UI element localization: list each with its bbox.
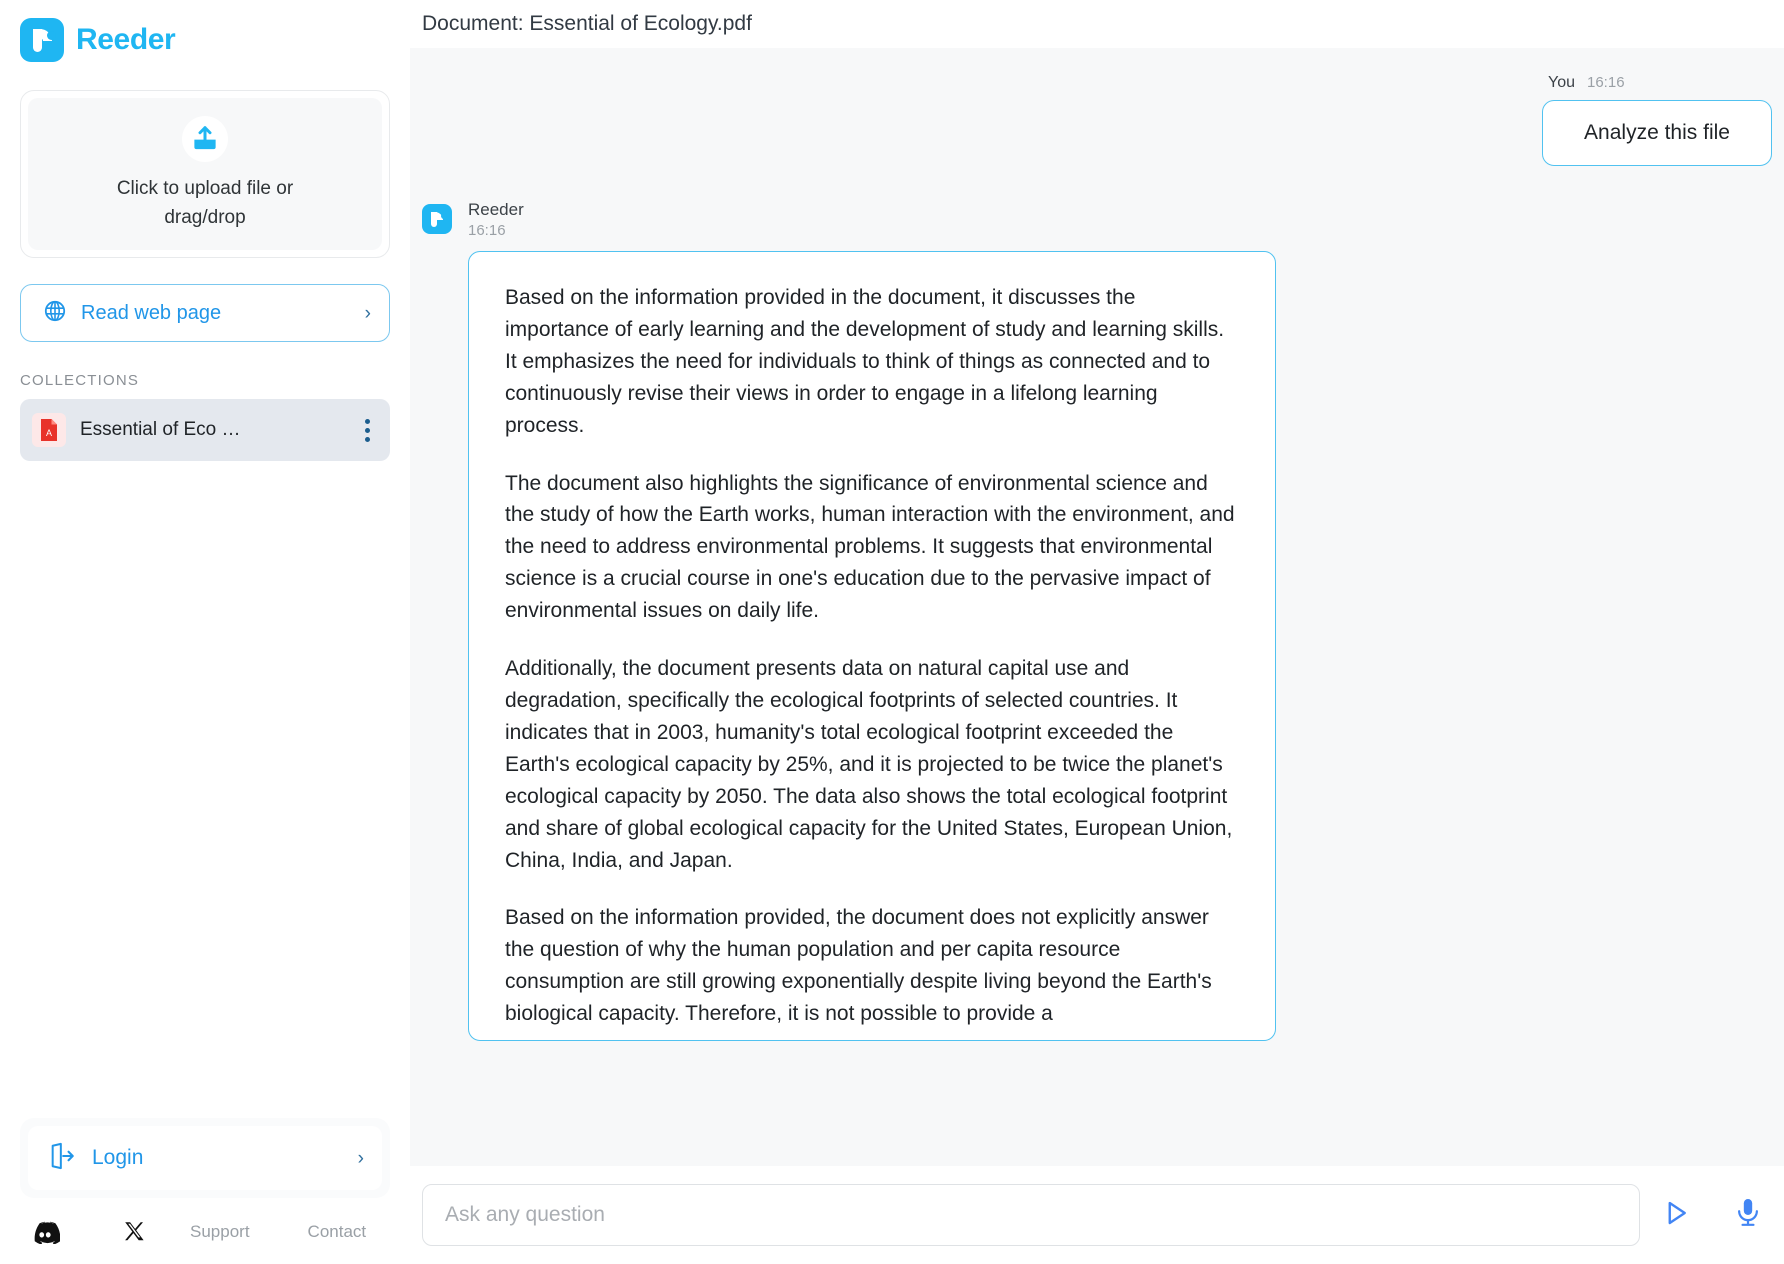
microphone-icon xyxy=(1733,1197,1763,1234)
login-door-icon xyxy=(48,1142,76,1175)
document-header: Document: Essential of Ecology.pdf xyxy=(410,0,1784,48)
login-section: Login › xyxy=(20,1118,390,1198)
assistant-paragraph: Additionally, the document presents data… xyxy=(505,657,1233,872)
upload-dropzone[interactable]: Click to upload file or drag/drop xyxy=(28,98,382,250)
login-label: Login xyxy=(92,1146,144,1169)
send-button[interactable] xyxy=(1640,1166,1712,1264)
composer-bar xyxy=(410,1166,1784,1264)
user-message-time: 16:16 xyxy=(1587,74,1625,91)
globe-icon xyxy=(43,299,67,328)
collection-item[interactable]: A Essential of Eco … xyxy=(20,399,390,461)
upload-icon xyxy=(182,115,228,162)
user-message-meta: You 16:16 xyxy=(1542,74,1625,100)
contact-link[interactable]: Contact xyxy=(308,1222,367,1242)
chat-scroll-area[interactable]: You 16:16 Analyze this file Reeder 16:16 xyxy=(410,48,1784,1166)
question-input[interactable] xyxy=(445,1203,1617,1227)
user-message: You 16:16 Analyze this file xyxy=(410,74,1784,166)
send-triangle-icon xyxy=(1661,1198,1691,1233)
assistant-message: Reeder 16:16 Based on the information pr… xyxy=(410,166,1784,1041)
pdf-file-icon: A xyxy=(32,413,66,447)
assistant-message-meta: Reeder 16:16 xyxy=(468,200,1276,251)
app-root: Reeder Click to upload file or drag/drop xyxy=(0,0,1784,1264)
read-web-page-label: Read web page xyxy=(81,301,222,324)
assistant-message-bubble: Based on the information provided in the… xyxy=(468,251,1276,1041)
assistant-paragraph: Based on the information provided in the… xyxy=(505,286,1225,437)
upload-label: Click to upload file or drag/drop xyxy=(116,177,294,228)
assistant-message-author: Reeder xyxy=(468,200,524,219)
user-message-bubble: Analyze this file xyxy=(1542,100,1772,166)
kebab-menu-icon[interactable] xyxy=(361,415,374,446)
main-panel: Document: Essential of Ecology.pdf You 1… xyxy=(410,0,1784,1264)
microphone-button[interactable] xyxy=(1712,1166,1784,1264)
upload-section: Click to upload file or drag/drop xyxy=(0,62,410,258)
discord-icon[interactable] xyxy=(0,1221,90,1244)
brand-name: Reeder xyxy=(76,23,176,56)
collections-heading: COLLECTIONS xyxy=(20,372,140,389)
support-link[interactable]: Support xyxy=(190,1222,250,1242)
x-twitter-icon[interactable] xyxy=(90,1220,180,1244)
chevron-right-icon: › xyxy=(364,302,371,324)
document-title: Document: Essential of Ecology.pdf xyxy=(422,12,752,35)
upload-card[interactable]: Click to upload file or drag/drop xyxy=(20,90,390,258)
assistant-paragraph: Based on the information provided, the d… xyxy=(505,906,1212,1026)
collection-item-label: Essential of Eco … xyxy=(80,419,241,440)
chevron-right-icon: › xyxy=(357,1147,364,1169)
sidebar: Reeder Click to upload file or drag/drop xyxy=(0,0,410,1264)
svg-text:A: A xyxy=(46,428,52,438)
login-button[interactable]: Login › xyxy=(28,1126,382,1190)
assistant-paragraph: The document also highlights the signifi… xyxy=(505,471,1235,623)
sidebar-footer: Support Contact xyxy=(0,1198,410,1264)
question-input-wrapper[interactable] xyxy=(422,1184,1640,1246)
read-web-page-button[interactable]: Read web page › xyxy=(20,284,390,342)
assistant-avatar-icon xyxy=(422,204,452,234)
reeder-logo-icon xyxy=(20,18,64,62)
brand-logo[interactable]: Reeder xyxy=(0,0,410,62)
assistant-message-time: 16:16 xyxy=(468,222,506,239)
user-message-author: You xyxy=(1548,74,1575,91)
